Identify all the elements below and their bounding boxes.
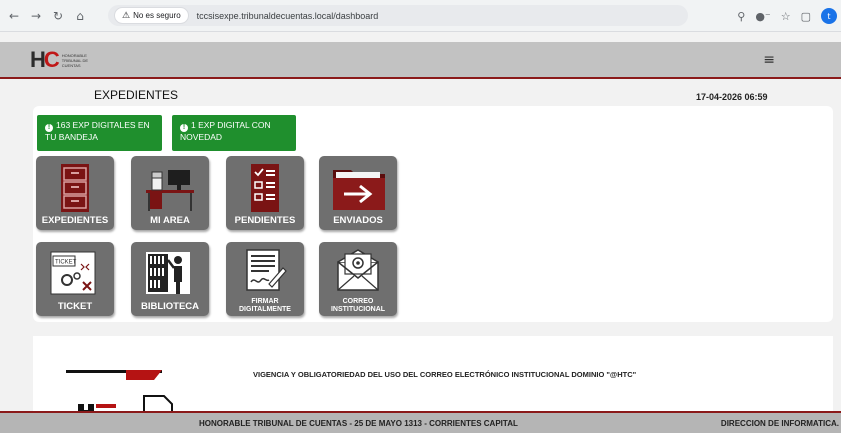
logo-text: HONORABLE TRIBUNAL DE CUENTAS xyxy=(61,52,89,68)
alert-icon: ! xyxy=(180,124,188,132)
tile-label: ENVIADOS xyxy=(333,215,383,226)
bookmark-star-icon[interactable]: ☆ xyxy=(781,10,791,23)
tile-label: EXPEDIENTES xyxy=(41,215,109,226)
tile-ticket[interactable]: TICKET TICKET xyxy=(36,242,114,316)
browser-actions: ⚲ ●⁻ ☆ ▢ t xyxy=(737,8,837,24)
checklist-icon xyxy=(251,164,279,212)
tile-expedientes[interactable]: EXPEDIENTES xyxy=(36,156,114,230)
folder-arrow-icon xyxy=(333,170,385,210)
tile-label-line2: INSTITUCIONAL xyxy=(330,305,386,313)
warning-icon: ⚠ xyxy=(122,10,131,21)
forward-icon[interactable]: → xyxy=(28,8,44,24)
ticket-icon-text: TICKET xyxy=(55,260,77,266)
address-bar[interactable]: ⚠ No es seguro tccsisexpe.tribunaldecuen… xyxy=(108,5,688,26)
alert-text: 1 EXP DIGITAL CON NOVEDAD xyxy=(180,120,271,142)
alert-text: 163 EXP DIGITALES EN TU BANDEJA xyxy=(45,120,150,142)
url-text[interactable]: tccsisexpe.tribunaldecuentas.local/dashb… xyxy=(197,11,379,21)
htc-logo[interactable]: HC HONORABLE TRIBUNAL DE CUENTAS xyxy=(30,49,96,71)
tile-correo-institucional[interactable]: CORREO INSTITUCIONAL xyxy=(319,242,397,316)
alert-bandeja[interactable]: ! 163 EXP DIGITALES EN TU BANDEJA xyxy=(37,115,162,151)
alert-novedad[interactable]: ! 1 EXP DIGITAL CON NOVEDAD xyxy=(172,115,296,151)
news-heading[interactable]: VIGENCIA Y OBLIGATORIEDAD DEL USO DEL CO… xyxy=(253,368,703,381)
email-envelope-icon xyxy=(337,249,379,291)
page-title: EXPEDIENTES xyxy=(94,88,179,102)
tile-biblioteca[interactable]: BIBLIOTECA xyxy=(131,242,209,316)
ticket-gears-icon: TICKET xyxy=(50,251,96,295)
tile-label: FIRMAR DIGITALMENTE xyxy=(226,298,304,313)
alert-icon: ! xyxy=(45,124,53,132)
tile-enviados[interactable]: ENVIADOS xyxy=(319,156,397,230)
back-icon[interactable]: ← xyxy=(6,8,22,24)
tile-label: PENDIENTES xyxy=(234,215,296,226)
security-label: No es seguro xyxy=(133,11,181,20)
tile-label-line2: DIGITALMENTE xyxy=(239,305,291,313)
tile-label: TICKET xyxy=(57,301,93,312)
tile-mi-area[interactable]: MI AREA xyxy=(131,156,209,230)
home-icon[interactable]: ⌂ xyxy=(72,8,88,24)
file-cabinet-icon xyxy=(61,164,89,212)
zoom-icon[interactable]: ⚲ xyxy=(737,10,745,23)
logo-mark: HC xyxy=(30,47,60,72)
reload-icon[interactable]: ↻ xyxy=(50,8,66,24)
tile-label: BIBLIOTECA xyxy=(140,301,200,312)
tile-label: CORREO INSTITUCIONAL xyxy=(319,298,397,313)
tile-firmar-digitalmente[interactable]: FIRMAR DIGITALMENTE xyxy=(226,242,304,316)
password-key-icon[interactable]: ●⁻ xyxy=(755,10,770,23)
tile-pendientes[interactable]: PENDIENTES xyxy=(226,156,304,230)
desk-computer-icon xyxy=(146,170,194,211)
hamburger-menu-icon[interactable]: ≡ xyxy=(763,52,775,68)
page-footer: HONORABLE TRIBUNAL DE CUENTAS - 25 DE MA… xyxy=(0,411,841,433)
tile-label-line1: FIRMAR xyxy=(251,298,279,305)
current-datetime: 17-04-2026 06:59 xyxy=(696,92,768,102)
security-chip[interactable]: ⚠ No es seguro xyxy=(114,7,189,24)
tile-label-line1: CORREO xyxy=(342,298,374,305)
profile-avatar[interactable]: t xyxy=(821,8,837,24)
browser-toolbar: ← → ↻ ⌂ ⚠ No es seguro tccsisexpe.tribun… xyxy=(0,0,841,32)
document-sign-icon xyxy=(246,249,287,291)
footer-address: HONORABLE TRIBUNAL DE CUENTAS - 25 DE MA… xyxy=(199,419,518,428)
library-shelf-icon xyxy=(146,252,190,294)
tile-label: MI AREA xyxy=(150,215,190,226)
app-header: HC HONORABLE TRIBUNAL DE CUENTAS ≡ xyxy=(0,42,841,79)
extensions-icon[interactable]: ▢ xyxy=(801,10,811,23)
footer-department: DIRECCION DE INFORMATICA. xyxy=(720,419,839,428)
